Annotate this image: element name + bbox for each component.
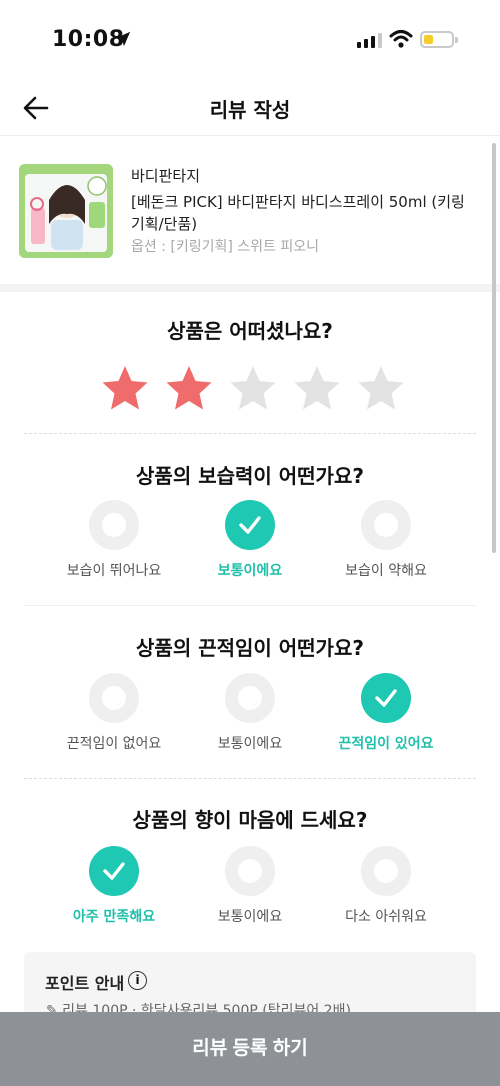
star-rating (100, 364, 406, 414)
dashed-divider (24, 433, 476, 434)
check-icon (361, 673, 411, 723)
radio-icon (89, 500, 139, 550)
option-label: 아주 만족해요 (72, 909, 156, 925)
product-summary: 바디판타지 [베돈크 PICK] 바디판타지 바디스프레이 50ml (키링 기… (0, 137, 500, 285)
location-arrow-icon (115, 31, 131, 47)
check-icon (225, 500, 275, 550)
point-guide-title: 포인트 안내 (45, 974, 125, 993)
check-icon (89, 846, 139, 896)
option-label: 끈적임이 있어요 (338, 736, 434, 752)
option-moisture-2[interactable]: 보습이 약해요 (311, 500, 461, 580)
star-icon[interactable] (356, 364, 406, 414)
option-label: 보통이에요 (217, 736, 283, 752)
radio-icon (89, 673, 139, 723)
dashed-divider (24, 778, 476, 779)
status-bar: 10:08 (0, 0, 500, 80)
radio-icon (225, 673, 275, 723)
option-moisture-0[interactable]: 보습이 뛰어나요 (39, 500, 189, 580)
scrollbar[interactable] (492, 143, 496, 553)
battery-icon (420, 31, 458, 48)
submit-review-button[interactable]: 리뷰 등록 하기 (0, 1012, 500, 1086)
option-label: 다소 아쉬워요 (345, 909, 427, 925)
rating-question: 상품은 어떠셨나요? (167, 319, 333, 343)
question-title: 상품의 향이 마음에 드세요? (132, 808, 368, 832)
product-thumbnail (19, 164, 113, 258)
option-label: 보통이에요 (217, 563, 283, 579)
question-title: 상품의 끈적임이 어떤가요? (136, 636, 364, 660)
option-scent-0[interactable]: 아주 만족해요 (39, 846, 189, 926)
question-title: 상품의 보습력이 어떤가요? (136, 464, 364, 488)
star-icon[interactable] (228, 364, 278, 414)
product-name: [베돈크 PICK] 바디판타지 바디스프레이 50ml (키링 기획/단품) (131, 193, 465, 233)
option-stickiness-0[interactable]: 끈적임이 없어요 (39, 673, 189, 753)
option-label: 보습이 약해요 (345, 563, 427, 579)
radio-icon (361, 846, 411, 896)
divider (24, 605, 476, 606)
option-label: 보통이에요 (217, 909, 283, 925)
option-label: 끈적임이 없어요 (66, 736, 162, 752)
info-icon[interactable]: i (128, 971, 147, 990)
option-stickiness-2[interactable]: 끈적임이 있어요 (311, 673, 461, 753)
option-scent-2[interactable]: 다소 아쉬워요 (311, 846, 461, 926)
star-icon[interactable] (164, 364, 214, 414)
cellular-signal-icon (357, 32, 382, 48)
star-icon[interactable] (100, 364, 150, 414)
radio-icon (225, 846, 275, 896)
product-option: 옵션 : [키링기획] 스위트 피오니 (131, 239, 320, 255)
star-icon[interactable] (292, 364, 342, 414)
option-label: 보습이 뛰어나요 (66, 563, 162, 579)
wifi-icon (389, 30, 413, 48)
section-divider (0, 284, 500, 292)
page-title: 리뷰 작성 (209, 98, 291, 122)
product-brand: 바디판타지 (131, 167, 201, 185)
option-moisture-1[interactable]: 보통이에요 (175, 500, 325, 580)
radio-icon (361, 500, 411, 550)
option-stickiness-1[interactable]: 보통이에요 (175, 673, 325, 753)
option-scent-1[interactable]: 보통이에요 (175, 846, 325, 926)
top-nav: 리뷰 작성 (0, 80, 500, 136)
